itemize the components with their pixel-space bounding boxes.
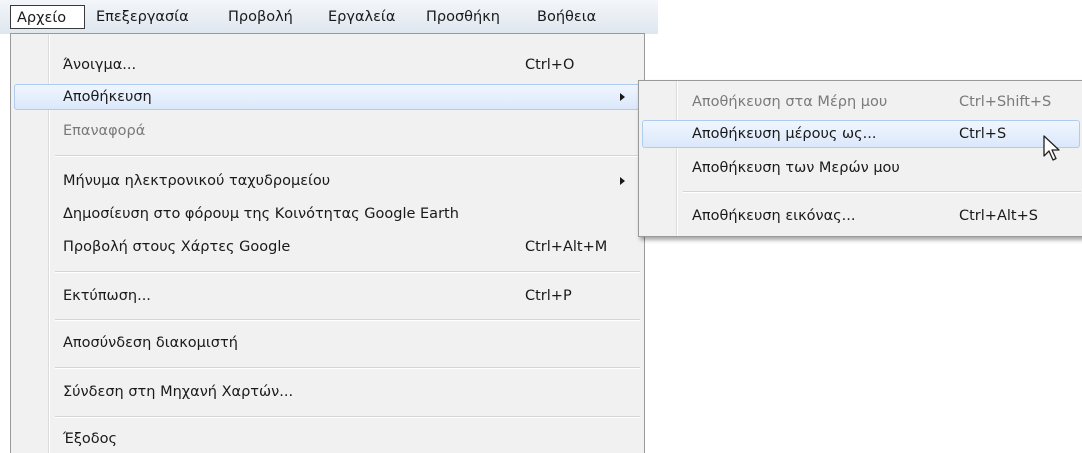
submenu-arrow-icon [620,177,625,185]
menu-item-label: Δημοσίευση στο φόρουμ της Κοινότητας Goo… [63,206,459,222]
menu-separator [55,416,640,418]
menu-item-exit[interactable]: Έξοδος [63,426,633,452]
menu-add[interactable]: Προσθήκη [426,7,500,27]
menu-item-shortcut: Ctrl+O [525,57,575,73]
save-submenu: Αποθήκευση στα Μέρη μου Ctrl+Shift+S Απο… [638,80,1082,237]
menu-item-label: Προβολή στους Χάρτες Google [63,239,291,255]
menu-item-label: Αποθήκευση στα Μέρη μου [692,94,888,110]
submenu-item-save-place-as[interactable]: Αποθήκευση μέρους ως... Ctrl+S [692,121,1072,147]
menu-icon-column [639,81,678,236]
menu-item-label: Άνοιγμα... [63,57,137,73]
menu-item-label: Σύνδεση στη Μηχανή Χαρτών... [63,384,294,400]
menu-item-label: Αποθήκευση των Μερών μου [692,160,900,176]
menu-item-shortcut: Ctrl+Shift+S [959,94,1052,110]
menu-item-label: Επαναφορά [63,123,146,139]
menu-separator [55,367,640,369]
menu-item-label: Αποθήκευση μέρους ως... [692,126,877,142]
submenu-arrow-icon [620,93,625,101]
submenu-item-save-my-places[interactable]: Αποθήκευση στα Μέρη μου Ctrl+Shift+S [692,89,1072,115]
submenu-item-save-image[interactable]: Αποθήκευση εικόνας... Ctrl+Alt+S [692,203,1072,229]
menu-item-label: Εκτύπωση... [63,288,151,304]
menu-item-shortcut: Ctrl+P [525,288,572,304]
menu-item-print[interactable]: Εκτύπωση... Ctrl+P [63,283,633,309]
menu-separator [683,191,1081,193]
mouse-pointer-icon [1043,135,1060,161]
menu-edit[interactable]: Επεξεργασία [96,7,189,27]
menu-file[interactable]: Αρχείο [10,5,85,29]
menu-separator [55,271,640,273]
menu-item-label: Μήνυμα ηλεκτρονικού ταχυδρομείου [63,173,331,189]
menu-separator [55,155,640,157]
menu-item-server-signout[interactable]: Αποσύνδεση διακομιστή [63,330,633,356]
menu-separator [55,319,640,321]
menu-item-view-maps[interactable]: Προβολή στους Χάρτες Google Ctrl+Alt+M [63,234,633,260]
menu-item-save[interactable]: Αποθήκευση [63,84,633,110]
submenu-item-save-my-places-all[interactable]: Αποθήκευση των Μερών μου [692,155,1072,181]
menu-item-shortcut: Ctrl+S [959,126,1007,142]
menu-bar: Αρχείο Επεξεργασία Προβολή Εργαλεία Προσ… [0,0,658,34]
menu-item-shortcut: Ctrl+Alt+M [525,239,608,255]
menu-item-label: Αποθήκευση εικόνας... [692,208,856,224]
menu-item-open[interactable]: Άνοιγμα... Ctrl+O [63,52,633,78]
menu-item-label: Αποσύνδεση διακομιστή [63,335,238,351]
menu-item-label: Αποθήκευση [63,89,152,105]
menu-item-shortcut: Ctrl+Alt+S [959,208,1038,224]
menu-help[interactable]: Βοήθεια [537,7,596,27]
menu-item-label: Έξοδος [63,431,118,447]
menu-item-post-forum[interactable]: Δημοσίευση στο φόρουμ της Κοινότητας Goo… [63,201,633,227]
menu-view[interactable]: Προβολή [228,7,293,27]
menu-item-map-engine-login[interactable]: Σύνδεση στη Μηχανή Χαρτών... [63,379,633,405]
menu-tools[interactable]: Εργαλεία [328,7,395,27]
file-menu: Άνοιγμα... Ctrl+O Αποθήκευση Επαναφορά Μ… [10,33,645,453]
menu-item-revert[interactable]: Επαναφορά [63,118,633,144]
menu-item-email[interactable]: Μήνυμα ηλεκτρονικού ταχυδρομείου [63,168,633,194]
